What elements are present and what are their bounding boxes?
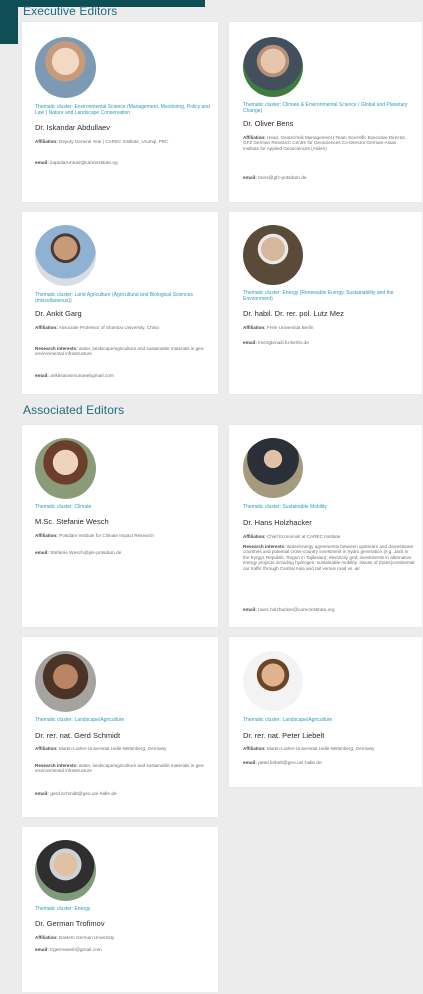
editor-card: Thematic cluster: Energy Dr. German Trof… [22, 827, 218, 992]
editor-name: Dr. habil. Dr. rer. pol. Lutz Mez [243, 309, 344, 318]
editor-photo [243, 651, 303, 711]
editor-name: Dr. Hans Holzhacker [243, 518, 312, 527]
editor-cluster: Thematic cluster: Environmental Science … [35, 104, 210, 116]
editor-card: Thematic cluster: Landscape/Agriculture … [229, 637, 422, 787]
editor-photo [35, 438, 96, 499]
editor-email[interactable]: email: Stefanie.Wesch@pik-potsdam.de [35, 551, 121, 556]
editor-cluster: Thematic cluster: Landscape/Agriculture [243, 717, 333, 723]
corner-accent [0, 0, 18, 44]
editor-email[interactable]: email: ankitsarasmunaeebgmail.com [35, 374, 114, 379]
editor-card: Thematic cluster: Climate M.Sc. Stefanie… [22, 425, 218, 627]
editor-affiliation: Affiliation: Associate Professor of Shan… [35, 325, 159, 330]
editor-name: Dr. Iskandar Abdullaev [35, 123, 111, 132]
editor-photo [35, 37, 96, 98]
editor-cluster: Thematic cluster: Climate & Environmenta… [243, 102, 408, 114]
editor-photo [35, 840, 96, 901]
editor-card: Thematic cluster: Climate & Environmenta… [229, 22, 422, 202]
editor-email[interactable]: email: trgermanetr@gmail.com [35, 948, 102, 953]
editor-cluster: Thematic cluster: Landscape/Agriculture [35, 717, 125, 723]
editor-email[interactable]: email: hans.holzhacker@carecinstitute.or… [243, 608, 335, 613]
editor-cluster: Thematic cluster: Sustainable Mobility [243, 504, 327, 510]
editor-name: Dr. Ankit Garg [35, 309, 82, 318]
editor-photo [243, 225, 303, 285]
editor-card: Thematic cluster: Land Agriculture (Agri… [22, 212, 218, 394]
editor-photo [243, 438, 303, 498]
editor-name: Dr. Oliver Bens [243, 119, 294, 128]
editor-card: Thematic cluster: Sustainable Mobility D… [229, 425, 422, 627]
editor-affiliation: Affiliation: Freie Universitat Berlin [243, 325, 314, 330]
editor-research: Research interests: water, landscape/agr… [35, 346, 205, 357]
editor-email[interactable]: email: peter.liebelt@geo.uni-halle.de [243, 761, 322, 766]
executive-editors-heading: Executive Editors [23, 4, 118, 18]
editor-email[interactable]: email: bens@gfz-potsdam.de [243, 176, 307, 181]
editor-research: Research interests: water, landscape/agr… [35, 763, 205, 774]
editor-name: Dr. rer. nat. Peter Liebelt [243, 731, 325, 740]
editor-card: Thematic cluster: Energy (Renewable Ener… [229, 212, 422, 394]
editor-affiliation: Affiliation: Head, Geotechnik Management… [243, 135, 406, 151]
editor-card: Thematic cluster: Environmental Science … [22, 22, 218, 202]
editor-affiliation: Affiliation: Potsdam Institute for Clima… [35, 533, 154, 538]
editor-email[interactable]: email: lmezgtenaiil.fu-berlin.de [243, 341, 309, 346]
editor-name: M.Sc. Stefanie Wesch [35, 517, 109, 526]
editor-affiliation: Affiliation: Martin-Luther-Universitat H… [243, 746, 375, 751]
editor-photo [35, 651, 96, 712]
editor-cluster: Thematic cluster: Climate [35, 504, 92, 510]
editor-cluster: Thematic cluster: Land Agriculture (Agri… [35, 292, 193, 304]
editor-photo [35, 225, 96, 286]
editor-card: Thematic cluster: Landscape/Agriculture … [22, 637, 218, 817]
editor-affiliation: Affiliation: Chief Economist at CAREC In… [243, 534, 341, 539]
editor-email[interactable]: email: gerd.schmidt@geo.uni-halle.de [35, 792, 117, 797]
editor-email[interactable]: email: iiapsdaAmtuniQlcareinstitute.og [35, 161, 118, 166]
editor-name: Dr. German Trofimov [35, 919, 105, 928]
editor-name: Dr. rer. nat. Gerd Schmidt [35, 731, 121, 740]
editor-cluster: Thematic cluster: Energy [35, 906, 91, 912]
editor-cluster: Thematic cluster: Energy (Renewable Ener… [243, 290, 394, 302]
editor-research: Research interests: water/energy agreeme… [243, 544, 415, 571]
editor-affiliation: Affiliation: Eastern German University [35, 935, 115, 940]
editor-affiliation: Affiliation: Deputy General Year | CAREC… [35, 139, 169, 144]
editor-affiliation: Affiliation: Martin-Luther-Universitat H… [35, 746, 167, 751]
editor-photo [243, 37, 303, 97]
associated-editors-heading: Associated Editors [23, 403, 125, 417]
